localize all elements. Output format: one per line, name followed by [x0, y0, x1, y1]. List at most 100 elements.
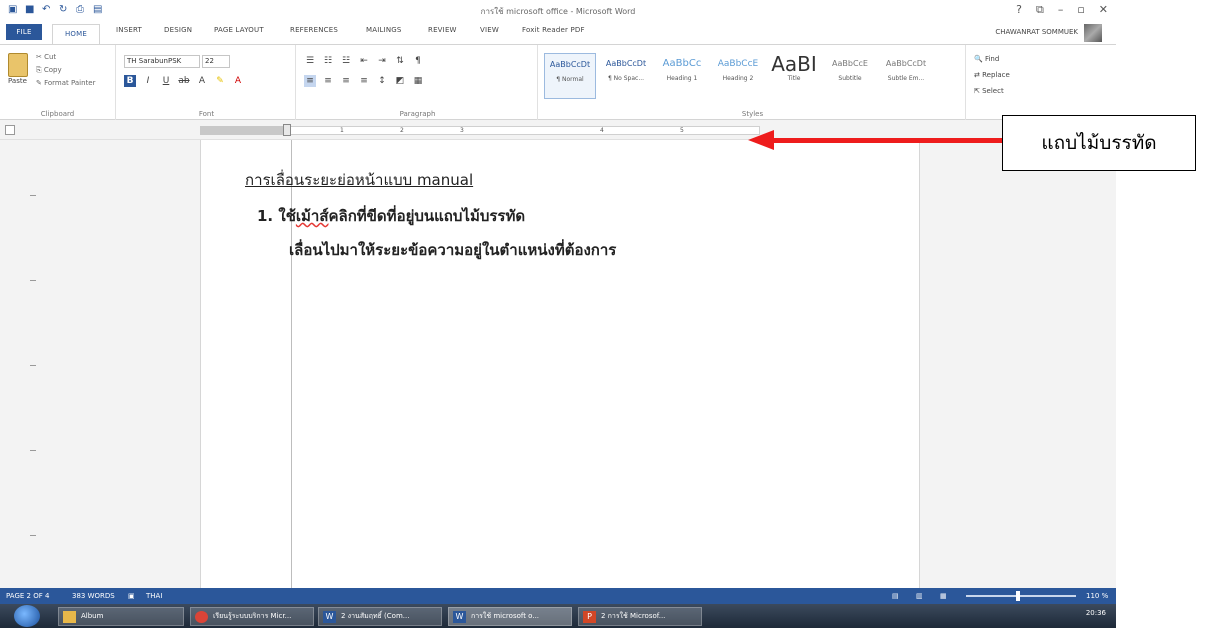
multilevel-list-icon[interactable]: ☳ — [340, 55, 352, 67]
user-name[interactable]: CHAWANRAT SOMMUEK — [995, 28, 1078, 36]
format-painter-label: Format Painter — [44, 79, 96, 87]
cut-button[interactable]: ✂ Cut — [36, 51, 96, 64]
tab-insert[interactable]: INSERT — [116, 26, 142, 34]
word-window: ▣ ■ ↶ ↻ ⎙ ▤ การใช้ microsoft office - Mi… — [0, 0, 1116, 628]
taskbar-item-label: 2 การใช้ Microsof... — [601, 612, 666, 620]
tab-selector[interactable] — [5, 125, 15, 135]
underline-icon[interactable]: U — [160, 75, 172, 87]
tab-design[interactable]: DESIGN — [164, 26, 192, 34]
vertical-ruler[interactable] — [30, 145, 39, 585]
taskbar-item-label: เรียนรู้ระบบบริการ Micr... — [213, 612, 292, 620]
avatar[interactable] — [1084, 24, 1102, 42]
text-effects-icon[interactable]: A — [196, 75, 208, 87]
font-size-box[interactable]: 22 — [202, 55, 230, 68]
tab-mailings[interactable]: MAILINGS — [366, 26, 402, 34]
close-button[interactable]: ✕ — [1099, 3, 1108, 17]
taskbar-item-word-1[interactable]: W 2 งานสัมฤทธิ์ (Com... — [318, 607, 442, 626]
shading-icon[interactable]: ◩ — [394, 75, 406, 87]
format-painter-button[interactable]: ✎ Format Painter — [36, 77, 96, 90]
taskbar-item-chrome[interactable]: เรียนรู้ระบบบริการ Micr... — [190, 607, 314, 626]
folder-icon — [63, 611, 76, 623]
decrease-indent-icon[interactable]: ⇤ — [358, 55, 370, 67]
clock[interactable]: 20:36 — [1086, 609, 1106, 617]
line-spacing-icon[interactable]: ↕ — [376, 75, 388, 87]
language[interactable]: THAI — [146, 592, 162, 600]
tab-foxit-reader[interactable]: Foxit Reader PDF — [522, 26, 585, 34]
borders-icon[interactable]: ▦ — [412, 75, 424, 87]
read-mode-icon[interactable]: ▤ — [892, 592, 899, 600]
zoom-slider-thumb[interactable] — [1016, 591, 1020, 601]
highlight-icon[interactable]: ✎ — [214, 75, 226, 87]
tab-view[interactable]: VIEW — [480, 26, 499, 34]
start-button[interactable] — [14, 605, 40, 627]
italic-icon[interactable]: I — [142, 75, 154, 87]
numbering-icon[interactable]: ☷ — [322, 55, 334, 67]
select-button[interactable]: ⇱ Select — [974, 83, 1010, 99]
style-normal[interactable]: AaBbCcDt ¶ Normal — [544, 53, 596, 99]
style-heading-1[interactable]: AaBbCc Heading 1 — [656, 53, 708, 99]
sort-icon[interactable]: ⇅ — [394, 55, 406, 67]
zoom-slider[interactable] — [966, 595, 1076, 597]
find-button[interactable]: 🔍 Find — [974, 51, 1010, 67]
pilcrow-icon[interactable]: ¶ — [412, 55, 424, 67]
style-subtle-emphasis[interactable]: AaBbCcDt Subtle Em... — [880, 53, 932, 99]
bold-icon[interactable]: B — [124, 75, 136, 87]
taskbar: Album เรียนรู้ระบบบริการ Micr... W 2 งานส… — [0, 604, 1116, 628]
style-heading-2[interactable]: AaBbCcE Heading 2 — [712, 53, 764, 99]
indent-marker[interactable] — [283, 124, 291, 136]
align-left-icon[interactable]: ≡ — [304, 75, 316, 87]
style-no-spacing[interactable]: AaBbCcDt ¶ No Spac... — [600, 53, 652, 99]
ruler-callout-label: แถบไม้บรรทัด — [1002, 115, 1196, 171]
font-color-icon[interactable]: A — [232, 75, 244, 87]
style-name: ¶ No Spac... — [607, 75, 645, 82]
style-title[interactable]: AaBI Title — [768, 53, 820, 99]
minimize-button[interactable]: – — [1058, 3, 1064, 17]
bullets-icon[interactable]: ☰ — [304, 55, 316, 67]
select-label: Select — [982, 87, 1004, 95]
replace-label: Replace — [982, 71, 1010, 79]
print-layout-icon[interactable]: ▥ — [916, 592, 923, 600]
proofing-icon[interactable]: ▣ — [128, 592, 135, 600]
style-sample: AaBbCcDt — [549, 60, 591, 69]
tab-references[interactable]: REFERENCES — [290, 26, 338, 34]
vertical-ruler-tick — [30, 195, 36, 196]
horizontal-ruler[interactable]: 1 2 3 4 5 — [0, 120, 1116, 140]
replace-button[interactable]: ⇄ Replace — [974, 67, 1010, 83]
ruler-left-margin — [200, 126, 288, 135]
list-row: ☰ ☷ ☳ ⇤ ⇥ ⇅ ¶ — [304, 55, 424, 67]
tab-review[interactable]: REVIEW — [428, 26, 457, 34]
taskbar-item-word-2[interactable]: W การใช้ microsoft o... — [448, 607, 572, 626]
vertical-ruler-tick — [30, 365, 36, 366]
word-icon: W — [453, 611, 466, 623]
vertical-ruler-tick — [30, 535, 36, 536]
strikethrough-icon[interactable]: ab — [178, 75, 190, 87]
align-right-icon[interactable]: ≡ — [340, 75, 352, 87]
style-sample: AaBbCc — [662, 58, 702, 69]
taskbar-item-album[interactable]: Album — [58, 607, 184, 626]
copy-button[interactable]: ⎘ Copy — [36, 64, 96, 77]
style-subtitle[interactable]: AaBbCcE Subtitle — [824, 53, 876, 99]
help-button[interactable]: ? — [1016, 3, 1022, 17]
restore-button[interactable]: ▫ — [1077, 3, 1084, 17]
document-page[interactable]: การเลื่อนระยะย่อหน้าแบบ manual 1. ใช้เม้… — [200, 140, 920, 588]
tab-home[interactable]: HOME — [52, 24, 100, 44]
justify-icon[interactable]: ≡ — [358, 75, 370, 87]
word-count[interactable]: 383 WORDS — [72, 592, 115, 600]
font-name-box[interactable]: TH SarabunPSK — [124, 55, 200, 68]
page-count[interactable]: PAGE 2 OF 4 — [6, 592, 49, 600]
tab-file[interactable]: FILE — [6, 24, 42, 40]
align-center-icon[interactable]: ≡ — [322, 75, 334, 87]
tab-page-layout[interactable]: PAGE LAYOUT — [214, 26, 264, 34]
ruler-tick: 2 — [400, 127, 404, 134]
increase-indent-icon[interactable]: ⇥ — [376, 55, 388, 67]
taskbar-item-powerpoint[interactable]: P 2 การใช้ Microsof... — [578, 607, 702, 626]
font-format-row: B I U ab A ✎ A — [124, 75, 244, 87]
zoom-level[interactable]: 110 % — [1086, 592, 1108, 600]
align-row: ≡ ≡ ≡ ≡ ↕ ◩ ▦ — [304, 75, 424, 87]
ribbon-display-button[interactable]: ⧉ — [1036, 3, 1044, 17]
style-sample: AaBbCcDt — [885, 59, 927, 68]
web-layout-icon[interactable]: ▦ — [940, 592, 947, 600]
paste-button[interactable]: Paste — [8, 53, 30, 85]
list-item-continuation: เลื่อนไปมาให้ระยะข้อความอยู่ในตำแหน่งที่… — [289, 241, 617, 259]
word-icon: W — [323, 611, 336, 623]
